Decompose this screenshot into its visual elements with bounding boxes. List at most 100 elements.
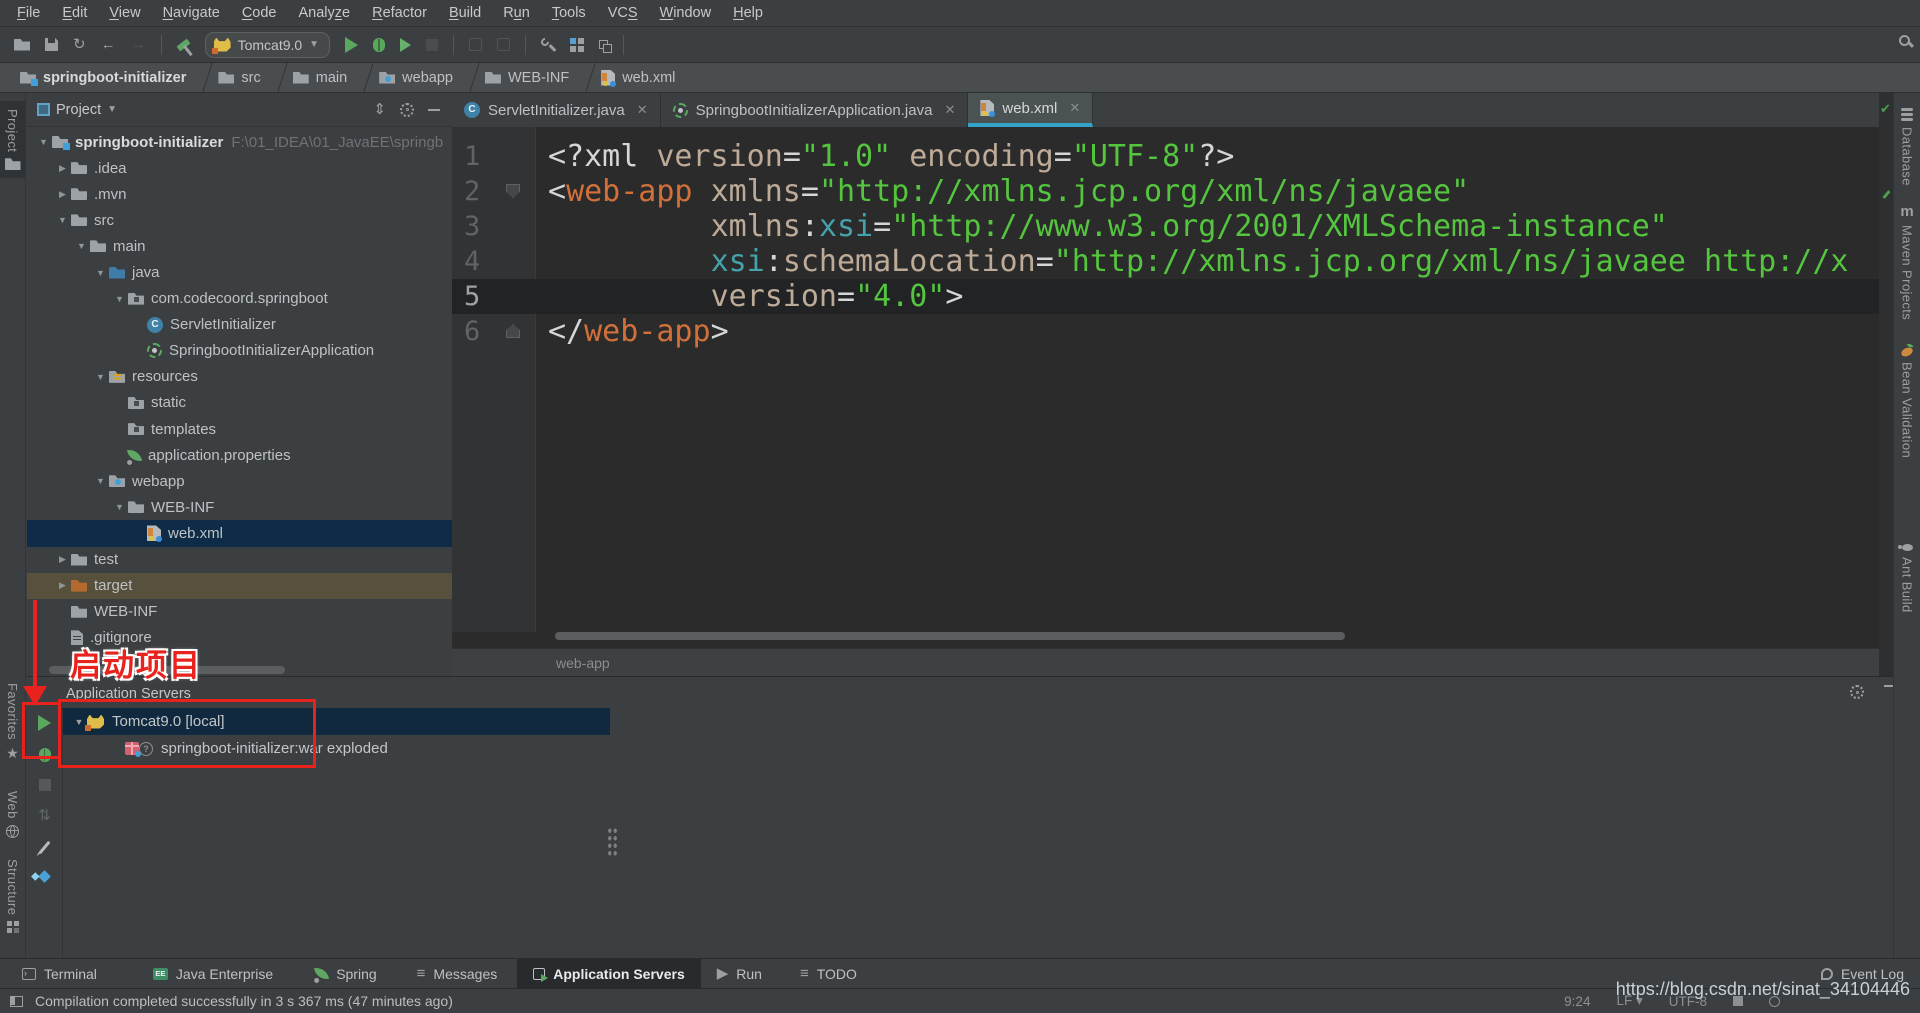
editor-tab-SpringbootInitializerApplication-java[interactable]: SpringbootInitializerApplication.java✕ xyxy=(661,93,969,127)
tool-button-ant-build[interactable]: Ant Build xyxy=(1894,536,1920,621)
xml-element-breadcrumb[interactable]: web-app xyxy=(556,655,610,671)
chevron-down-icon[interactable]: ▼ xyxy=(107,104,117,115)
code-line-3[interactable]: 3 xmlns:xsi="http://www.w3.org/2001/XMLS… xyxy=(452,209,1879,244)
tool-button-database[interactable]: Database xyxy=(1894,100,1920,194)
back-icon[interactable]: ← xyxy=(101,37,116,52)
tool-button-project[interactable]: Project xyxy=(0,101,25,178)
tree-item-springbootinitializerapplication[interactable]: SpringbootInitializerApplication xyxy=(27,338,452,364)
tool-window-tab-messages[interactable]: ≡Messages xyxy=(407,959,508,989)
tree-item-src[interactable]: ▼src xyxy=(27,207,452,233)
tree-expanded-arrow-icon[interactable]: ▼ xyxy=(111,502,128,512)
tree-collapsed-arrow-icon[interactable]: ▶ xyxy=(54,580,71,591)
close-tab-icon[interactable]: ✕ xyxy=(944,102,955,118)
editor-tab-ServletInitializer-java[interactable]: CServletInitializer.java✕ xyxy=(452,93,661,127)
copy-settings-icon[interactable] xyxy=(599,40,608,49)
stop-server-button[interactable] xyxy=(39,779,51,791)
close-tab-icon[interactable]: ✕ xyxy=(637,102,648,118)
menu-item-navigate[interactable]: Navigate xyxy=(152,5,231,21)
tree-item-web-inf[interactable]: ▼WEB-INF xyxy=(27,494,452,520)
close-tab-icon[interactable]: ✕ xyxy=(1069,100,1080,116)
fold-marker-icon[interactable] xyxy=(506,324,520,338)
sync-icon[interactable]: ↻ xyxy=(73,37,86,52)
deploy-all-icon[interactable]: ⇅ xyxy=(38,808,51,823)
wrench-settings-icon[interactable] xyxy=(541,38,555,52)
run-configuration-combo[interactable]: Tomcat9.0▼ xyxy=(205,32,331,58)
menu-item-vcs[interactable]: VCS xyxy=(597,5,649,21)
editor-error-stripe[interactable]: ✔ xyxy=(1879,93,1893,676)
code-line-1[interactable]: 1<?xml version="1.0" encoding="UTF-8"?> xyxy=(452,139,1879,174)
tool-window-tab-spring[interactable]: Spring xyxy=(305,959,386,989)
tool-window-tab-java-enterprise[interactable]: EEJava Enterprise xyxy=(143,959,283,989)
tool-button-bean-validation[interactable]: Bean Validation xyxy=(1894,340,1920,466)
menu-item-file[interactable]: File xyxy=(6,5,51,21)
breadcrumb-item-main[interactable]: main xyxy=(283,63,357,93)
menu-item-code[interactable]: Code xyxy=(231,5,288,21)
tool-window-tab-todo[interactable]: ≡TODO xyxy=(790,959,867,989)
project-panel-header[interactable]: Project ▼ ⇕ xyxy=(27,93,452,127)
tree-item-com-codecoord-springboot[interactable]: ▼com.codecoord.springboot xyxy=(27,286,452,312)
debug-icon[interactable] xyxy=(373,38,385,52)
forward-icon[interactable]: → xyxy=(131,37,146,52)
fold-marker-icon[interactable] xyxy=(506,184,520,198)
tree-item-resources[interactable]: ▼resources xyxy=(27,364,452,390)
breadcrumb-item-WEB-INF[interactable]: WEB-INF xyxy=(475,63,579,93)
run-icon[interactable] xyxy=(345,37,358,53)
tool-window-tab-application-servers[interactable]: Application Servers xyxy=(517,959,701,989)
menu-item-edit[interactable]: Edit xyxy=(51,5,98,21)
deploy-icon[interactable] xyxy=(469,38,482,51)
run-with-coverage-icon[interactable] xyxy=(400,38,411,52)
tree-item-static[interactable]: static xyxy=(27,390,452,416)
menu-item-help[interactable]: Help xyxy=(722,5,774,21)
menu-item-build[interactable]: Build xyxy=(438,5,492,21)
gear-icon[interactable] xyxy=(400,103,414,117)
tool-button-structure[interactable]: Structure xyxy=(0,851,25,941)
collapse-all-icon[interactable]: ⇕ xyxy=(373,102,386,117)
edit-configuration-icon[interactable] xyxy=(39,841,51,854)
tree-item--idea[interactable]: ▶.idea xyxy=(27,155,452,181)
code-line-6[interactable]: 6</web-app> xyxy=(452,314,1879,349)
save-all-icon[interactable] xyxy=(45,38,58,51)
menu-item-tools[interactable]: Tools xyxy=(541,5,597,21)
breadcrumb-item-webapp[interactable]: webapp xyxy=(369,63,463,93)
menu-item-view[interactable]: View xyxy=(98,5,151,21)
editor-horizontal-scrollbar[interactable] xyxy=(555,632,1345,640)
tree-item-springboot-initializer[interactable]: ▼springboot-initializerF:\01_IDEA\01_Jav… xyxy=(27,129,452,155)
caret-position-widget[interactable]: 9:24 xyxy=(1564,994,1590,1009)
tree-item-java[interactable]: ▼java xyxy=(27,259,452,285)
tree-item-templates[interactable]: templates xyxy=(27,416,452,442)
tree-item-target[interactable]: ▶target xyxy=(27,573,452,599)
tree-item-application-properties[interactable]: application.properties xyxy=(27,442,452,468)
tool-window-tab-terminal[interactable]: ›Terminal xyxy=(12,959,107,989)
breadcrumb-item-web-xml[interactable]: web.xml xyxy=(591,63,685,93)
tree-expanded-arrow-icon[interactable]: ▼ xyxy=(54,215,71,225)
splitter-drag-handle[interactable] xyxy=(607,827,618,857)
tree-item-web-inf[interactable]: WEB-INF xyxy=(27,599,452,625)
menu-item-run[interactable]: Run xyxy=(492,5,541,21)
tree-item-webapp[interactable]: ▼webapp xyxy=(27,468,452,494)
project-structure-icon[interactable] xyxy=(570,38,576,44)
code-editor[interactable]: 1<?xml version="1.0" encoding="UTF-8"?>2… xyxy=(452,127,1879,632)
gear-icon[interactable] xyxy=(1850,685,1864,699)
tool-window-tab-run[interactable]: ▶Run xyxy=(707,959,772,989)
tree-expanded-arrow-icon[interactable]: ▼ xyxy=(111,294,128,304)
tree-expanded-arrow-icon[interactable]: ▼ xyxy=(92,476,109,486)
tree-item-servletinitializer[interactable]: CServletInitializer xyxy=(27,312,452,338)
tree-item--mvn[interactable]: ▶.mvn xyxy=(27,181,452,207)
hide-panel-icon[interactable] xyxy=(428,109,440,111)
tool-window-toggle-icon[interactable] xyxy=(10,996,23,1007)
menu-item-refactor[interactable]: Refactor xyxy=(361,5,438,21)
build-project-icon[interactable] xyxy=(176,38,190,51)
breadcrumb-item-src[interactable]: src xyxy=(208,63,270,93)
code-line-2[interactable]: 2<web-app xmlns="http://xmlns.jcp.org/xm… xyxy=(452,174,1879,209)
code-line-5[interactable]: 5 version="4.0"> xyxy=(452,279,1879,314)
tool-button-web[interactable]: Web xyxy=(0,783,25,846)
tree-item-test[interactable]: ▶test xyxy=(27,547,452,573)
tree-expanded-arrow-icon[interactable]: ▼ xyxy=(92,372,109,382)
tree-expanded-arrow-icon[interactable]: ▼ xyxy=(92,268,109,278)
breadcrumb-item-springboot-initializer[interactable]: springboot-initializer xyxy=(10,63,196,93)
tree-item-main[interactable]: ▼main xyxy=(27,233,452,259)
tree-item-web-xml[interactable]: web.xml xyxy=(27,520,452,546)
tool-button-maven-projects[interactable]: mMaven Projects xyxy=(1894,196,1920,328)
editor-tab-web-xml[interactable]: web.xml✕ xyxy=(968,93,1093,127)
tree-collapsed-arrow-icon[interactable]: ▶ xyxy=(54,554,71,565)
